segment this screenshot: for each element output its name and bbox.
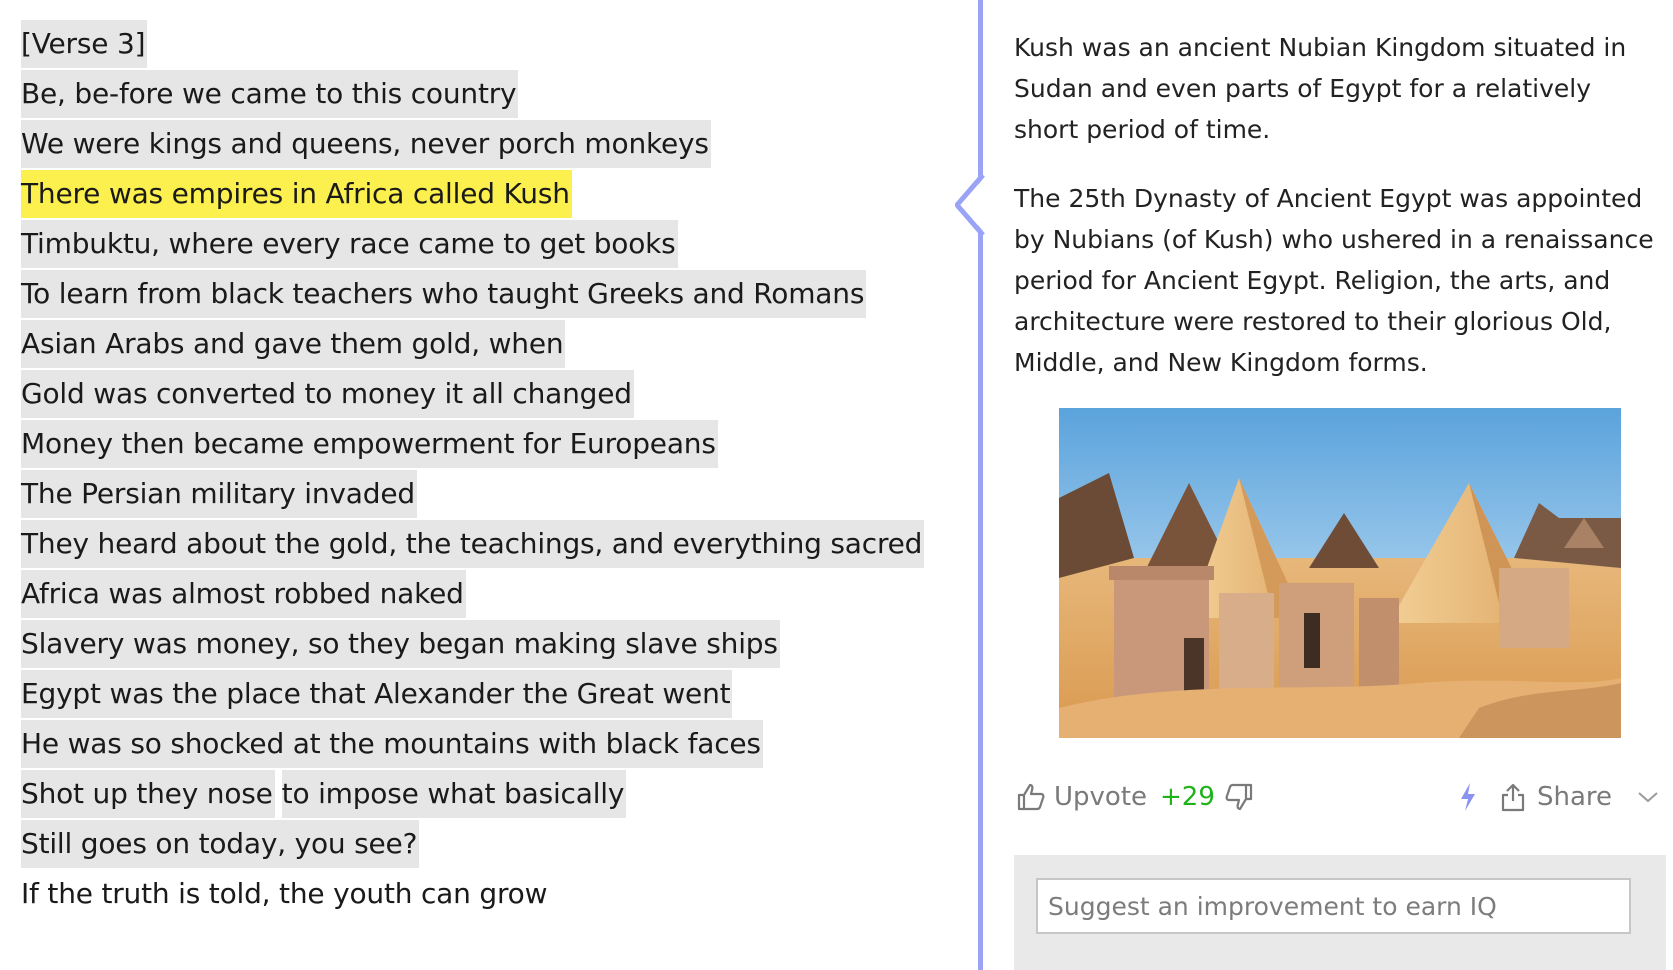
lyric-line: There was empires in Africa called Kush bbox=[21, 170, 572, 218]
lyric-line: We were kings and queens, never porch mo… bbox=[21, 120, 711, 168]
lyric-line: They heard about the gold, the teachings… bbox=[21, 520, 925, 568]
lyric-annotated-fragment[interactable]: He was so shocked at the mountains with … bbox=[21, 720, 763, 768]
lightning-bolt-icon[interactable] bbox=[1457, 777, 1479, 817]
lyric-annotated-fragment[interactable]: Slavery was money, so they began making … bbox=[21, 620, 780, 668]
lyric-annotated-fragment[interactable]: to impose what basically bbox=[281, 770, 627, 818]
lyric-annotated-fragment[interactable]: Shot up they nose bbox=[21, 770, 275, 818]
lyric-line: The Persian military invaded bbox=[21, 470, 417, 518]
thumbs-down-icon[interactable] bbox=[1224, 777, 1254, 817]
suggest-improvement-input[interactable] bbox=[1036, 878, 1631, 934]
lyric-annotated-fragment[interactable]: We were kings and queens, never porch mo… bbox=[21, 120, 711, 168]
lyric-line: Money then became empowerment for Europe… bbox=[21, 420, 718, 468]
upvote-button[interactable]: Upvote bbox=[1054, 777, 1147, 817]
chevron-down-icon[interactable] bbox=[1636, 777, 1660, 817]
lyric-line: [Verse 3] bbox=[21, 20, 148, 68]
annotation-divider bbox=[978, 0, 983, 970]
lyric-line: Still goes on today, you see? bbox=[21, 820, 420, 868]
lyric-line: Slavery was money, so they began making … bbox=[21, 620, 780, 668]
lyrics-panel: [Verse 3] Be, be-fore we came to this cou… bbox=[0, 0, 965, 970]
lyric-annotated-fragment[interactable]: Gold was converted to money it all chang… bbox=[21, 370, 634, 418]
annotation-paragraph-1: Kush was an ancient Nubian Kingdom situa… bbox=[1014, 33, 1627, 144]
lyric-line: Shot up they nose to impose what basicall… bbox=[21, 770, 627, 818]
nubian-pyramids-image[interactable] bbox=[1059, 408, 1621, 738]
annotation-actions-bar: Upvote +29 Share bbox=[1014, 777, 1664, 817]
lyric-line: To learn from black teachers who taught … bbox=[21, 270, 867, 318]
annotation-pointer-arrow bbox=[955, 175, 985, 235]
suggest-improvement-area bbox=[1014, 855, 1666, 970]
vote-count: +29 bbox=[1160, 781, 1215, 812]
annotation-panel: Kush was an ancient Nubian Kingdom situa… bbox=[1014, 0, 1666, 970]
lyric-highlighted-fragment[interactable]: There was empires in Africa called Kush bbox=[21, 170, 572, 218]
lyric-annotated-fragment[interactable]: Be, be-fore we came to this country bbox=[21, 70, 519, 118]
lyric-annotated-fragment[interactable]: To learn from black teachers who taught … bbox=[21, 270, 867, 318]
lyric-line: Asian Arabs and gave them gold, when bbox=[21, 320, 566, 368]
lyric-line: Gold was converted to money it all chang… bbox=[21, 370, 634, 418]
lyric-line: Be, be-fore we came to this country bbox=[21, 70, 519, 118]
lyric-line: Egypt was the place that Alexander the G… bbox=[21, 670, 733, 718]
thumbs-up-icon[interactable] bbox=[1016, 777, 1046, 817]
lyric-annotated-fragment[interactable]: Still goes on today, you see? bbox=[21, 820, 420, 868]
lyric-line: If the truth is told, the youth can grow bbox=[21, 870, 549, 918]
lyric-annotated-fragment[interactable]: Africa was almost robbed naked bbox=[21, 570, 466, 618]
lyric-line: He was so shocked at the mountains with … bbox=[21, 720, 763, 768]
lyric-line: Africa was almost robbed naked bbox=[21, 570, 466, 618]
lyric-text: If the truth is told, the youth can grow bbox=[21, 877, 548, 910]
share-icon[interactable] bbox=[1499, 777, 1527, 817]
lyric-annotated-fragment[interactable]: Asian Arabs and gave them gold, when bbox=[21, 320, 566, 368]
annotation-paragraph-2: The 25th Dynasty of Ancient Egypt was ap… bbox=[1014, 184, 1654, 377]
lyric-annotated-fragment[interactable]: Timbuktu, where every race came to get b… bbox=[21, 220, 678, 268]
lyric-annotated-fragment[interactable]: They heard about the gold, the teachings… bbox=[21, 520, 925, 568]
lyric-annotated-fragment[interactable]: Money then became empowerment for Europe… bbox=[21, 420, 718, 468]
lyric-annotated-fragment[interactable]: [Verse 3] bbox=[21, 20, 148, 68]
lyric-annotated-fragment[interactable]: The Persian military invaded bbox=[21, 470, 417, 518]
lyric-annotated-fragment[interactable]: Egypt was the place that Alexander the G… bbox=[21, 670, 733, 718]
share-button[interactable]: Share bbox=[1537, 777, 1612, 817]
lyric-line: Timbuktu, where every race came to get b… bbox=[21, 220, 678, 268]
